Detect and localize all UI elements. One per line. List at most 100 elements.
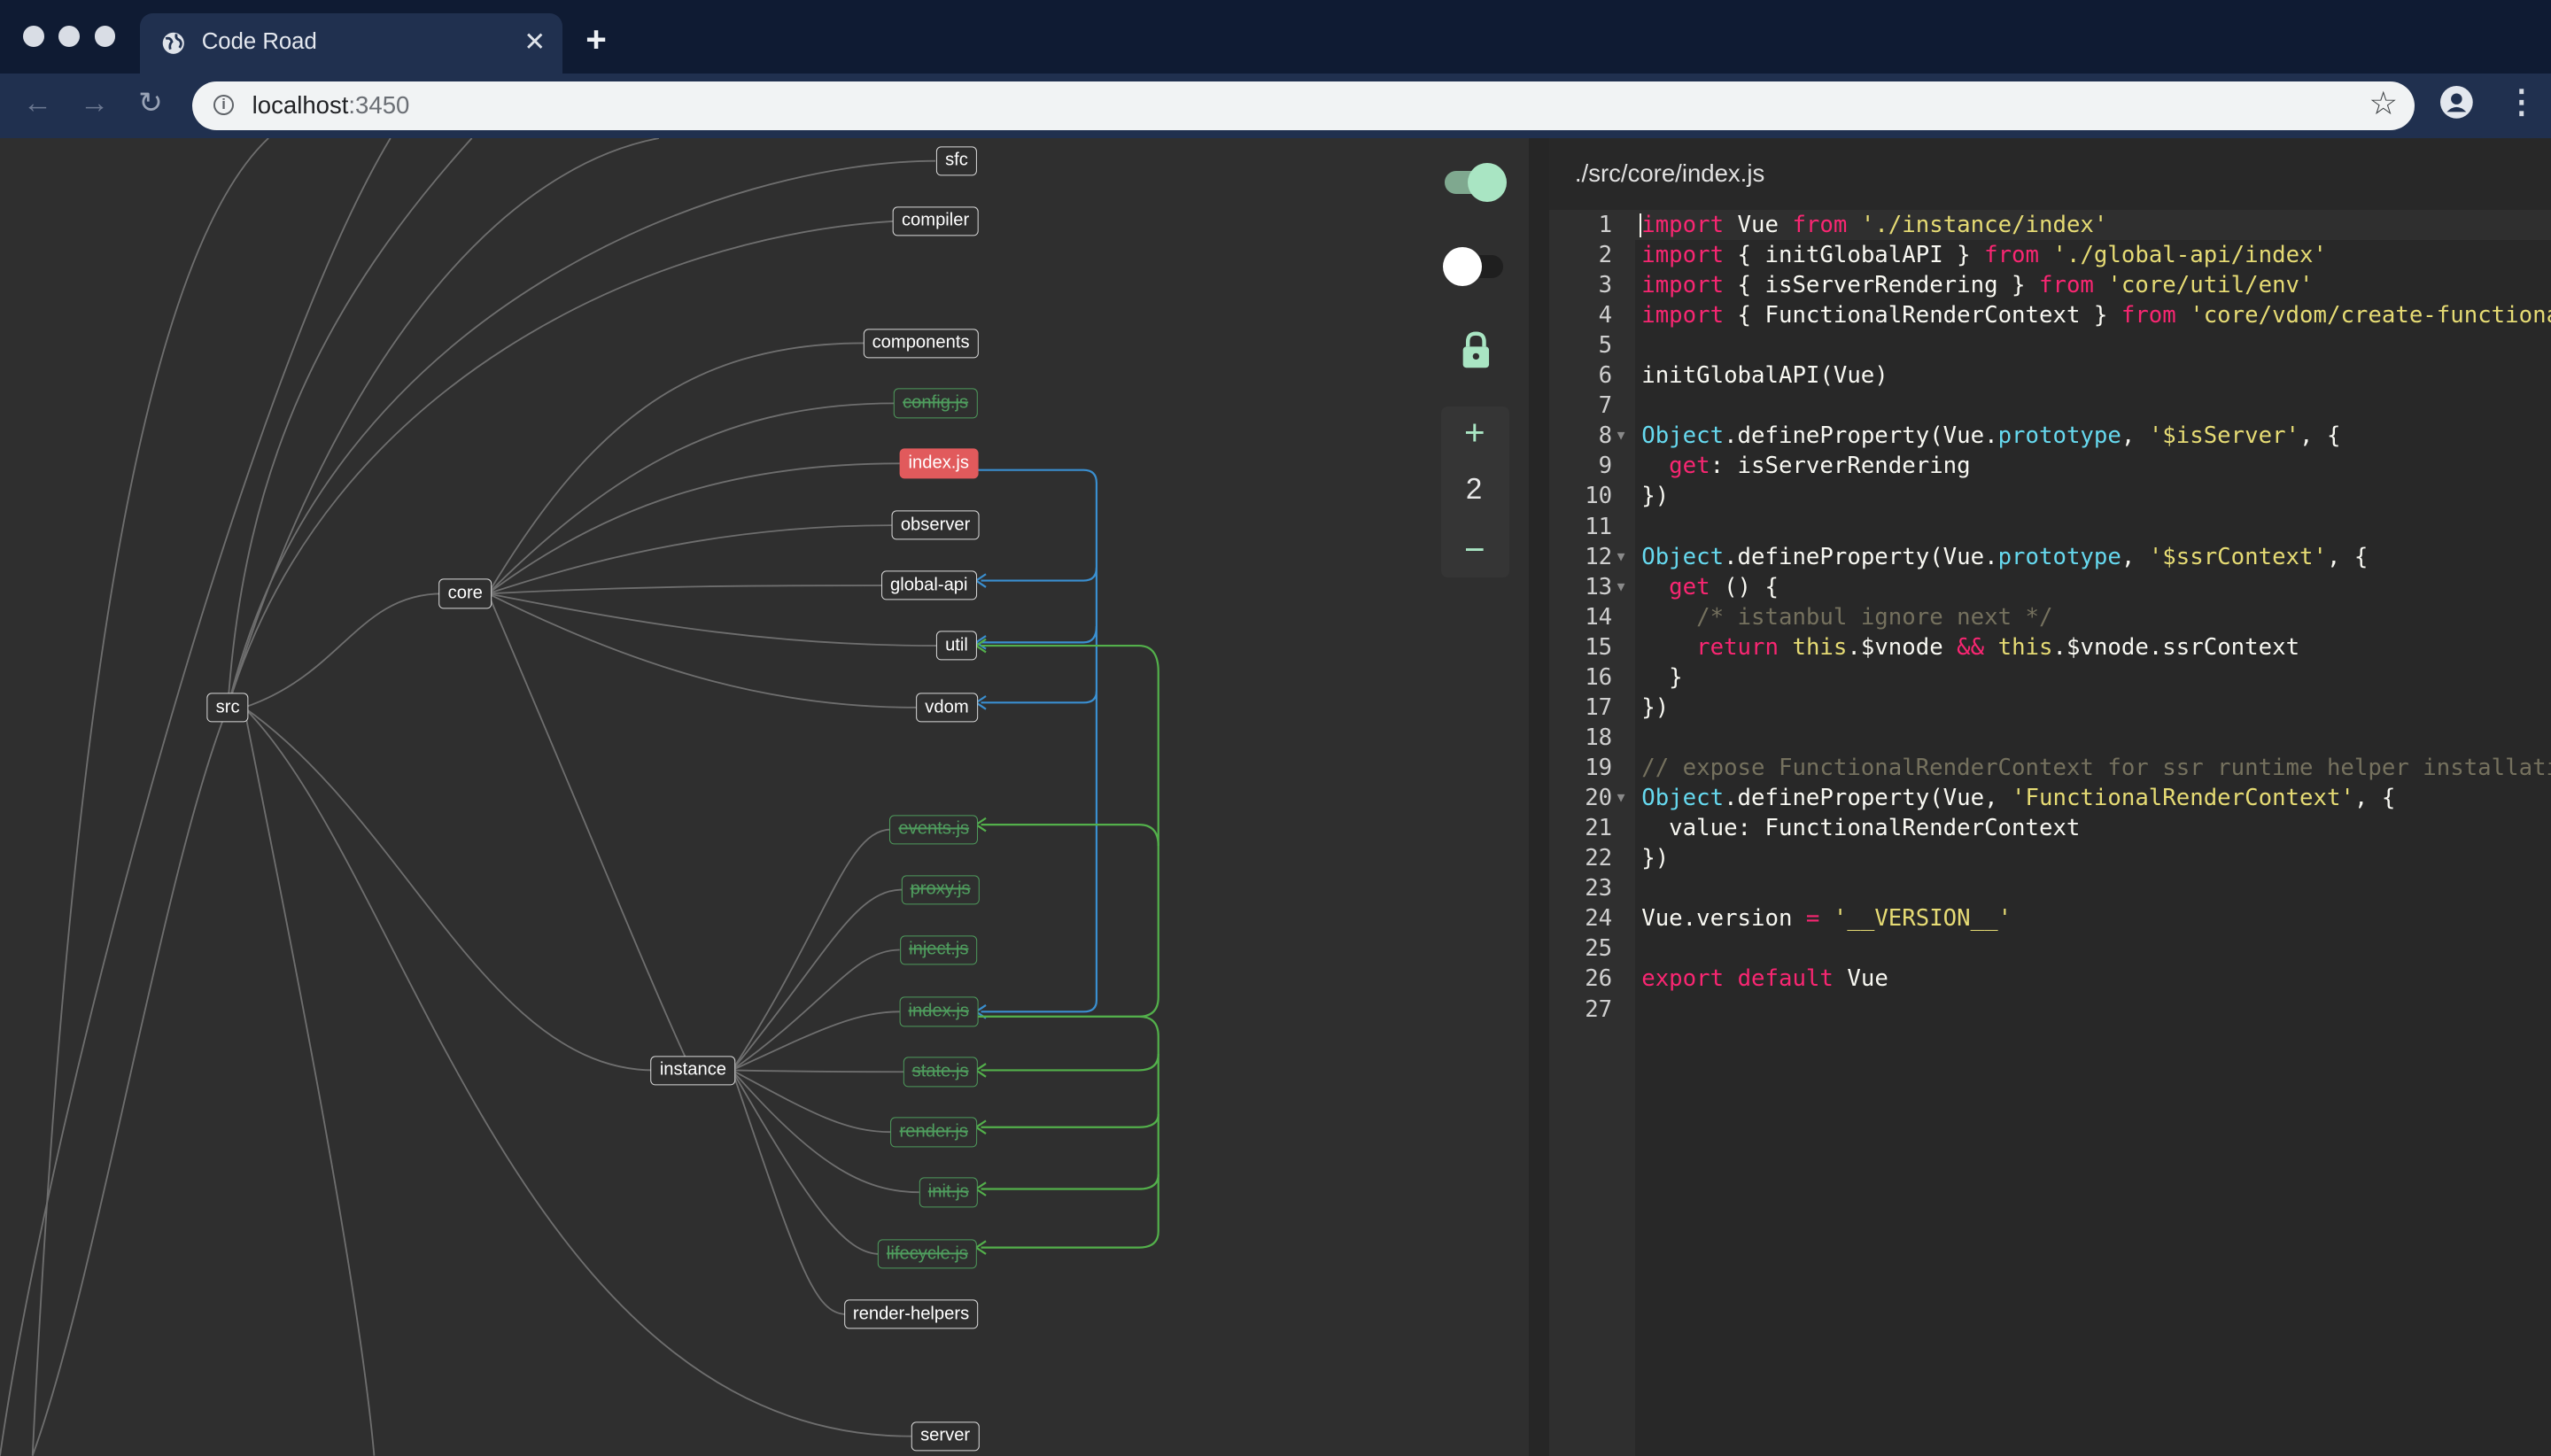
edge-sfc [227,159,936,709]
back-arrow-icon[interactable]: ← [23,87,52,120]
bookmark-star-icon[interactable]: ☆ [2369,86,2398,121]
zoom-in-button[interactable]: + [1464,412,1485,454]
pane-divider[interactable] [1529,138,1549,1456]
edge-inst-inject [731,949,900,1072]
code-line[interactable]: 8 ▼ Object.defineProperty(Vue.prototype, '… [1549,421,2551,451]
link-to-util [981,645,1159,672]
node-compiler[interactable]: compiler [892,206,979,236]
code-line[interactable]: 21 value: FunctionalRenderContext [1549,813,2551,843]
node-inject-js[interactable]: inject.js [899,935,978,965]
node-render-js[interactable]: render.js [890,1117,978,1147]
node-render-helpers[interactable]: render-helpers [843,1299,979,1329]
code-content[interactable]: 1 import Vue from './instance/index' 2 imp… [1548,209,2551,1025]
link-index-to-util [981,626,1098,644]
code-line[interactable]: 7 [1549,391,2551,421]
zoom-controls: + 2 − [1441,407,1510,578]
link-index-to-vdom [981,691,1098,704]
node-global-api[interactable]: global-api [880,570,977,600]
maximize-window-button[interactable] [94,26,116,48]
edge-core-config [487,402,896,595]
code-line[interactable]: 10}) [1549,481,2551,511]
code-line[interactable]: 27 [1549,995,2551,1025]
code-line[interactable]: 11 [1549,512,2551,542]
edge-inst-render [732,1069,892,1134]
code-line[interactable]: 22}) [1549,843,2551,873]
edge-inst-index [732,1011,900,1072]
toggle-knob [1467,162,1507,202]
fold-arrow-icon[interactable]: ▼ [1617,572,1625,602]
node-instance[interactable]: instance [650,1055,736,1086]
close-window-button[interactable] [22,26,44,48]
node-proxy-js[interactable]: proxy.js [901,875,980,905]
edge-inst-lifecycle [731,1070,880,1256]
link-index-to-instance-index [976,469,1098,1013]
link-to-events [976,824,1159,1018]
toggle-switch-on[interactable] [1444,162,1507,202]
node-instance-index-js[interactable]: index.js [899,996,979,1027]
code-line[interactable]: 23 [1549,873,2551,903]
tab-close-icon[interactable]: ✕ [523,27,546,57]
edge-root-b [0,138,392,1456]
new-tab-button[interactable]: + [585,21,607,57]
address-bar[interactable]: i localhost:3450 ☆ [191,81,2415,130]
forward-arrow-icon[interactable]: → [80,87,109,120]
code-line[interactable]: 18 [1549,723,2551,753]
fold-arrow-icon[interactable]: ▼ [1617,421,1625,451]
node-src[interactable]: src [206,693,249,723]
node-components[interactable]: components [863,328,979,359]
code-line[interactable]: 24 Vue.version = '__VERSION__' [1549,903,2551,933]
profile-avatar-icon[interactable] [2440,86,2473,120]
code-line[interactable]: 6 initGlobalAPI(Vue) [1549,360,2551,391]
info-icon[interactable]: i [213,94,235,116]
code-line[interactable]: 5 [1549,330,2551,360]
minimize-window-button[interactable] [58,26,80,48]
edge-core-observer [487,524,892,595]
node-util[interactable]: util [935,631,978,661]
toggle-switch-off[interactable] [1443,247,1504,287]
code-editor[interactable]: ./src/core/index.js 1 import Vue from './… [1548,138,2551,1456]
code-line[interactable]: 12 ▼ Object.defineProperty(Vue.prototype, … [1549,542,2551,572]
node-state-js[interactable]: state.js [903,1057,978,1087]
code-line[interactable]: 9 get: isServerRendering [1549,451,2551,481]
code-line[interactable]: 2 import { initGlobalAPI } from './global… [1549,240,2551,270]
node-lifecycle-js[interactable]: lifecycle.js [877,1239,978,1269]
browser-menu-icon[interactable]: ⋮ [2506,85,2539,119]
dependency-graph[interactable]: sfc compiler components config.js index.… [0,138,1530,1456]
code-line[interactable]: 26 export default Vue [1549,964,2551,994]
zoom-level: 2 [1465,472,1483,506]
edge-inst-proxy [731,888,903,1072]
code-line[interactable]: 13 ▼ get () { [1549,572,2551,602]
zoom-out-button[interactable]: − [1464,529,1485,571]
node-observer[interactable]: observer [891,510,980,540]
code-line[interactable]: 25 [1549,933,2551,964]
node-events-js[interactable]: events.js [889,815,979,845]
node-config-js[interactable]: config.js [893,388,978,419]
node-sfc[interactable]: sfc [935,146,978,176]
code-line[interactable]: 14 /* istanbul ignore next */ [1549,602,2551,632]
node-core-index-js[interactable]: index.js [899,448,979,479]
code-line[interactable]: 16 } [1549,662,2551,693]
edge-src-core [244,592,443,709]
node-core[interactable]: core [438,578,492,608]
fold-arrow-icon[interactable]: ▼ [1617,783,1625,813]
edge-inst-state [732,1069,905,1073]
node-init-js[interactable]: init.js [919,1177,978,1207]
code-line[interactable]: 17}) [1549,693,2551,723]
code-line[interactable]: 20 ▼ Object.defineProperty(Vue, 'Functiona… [1549,783,2551,813]
code-line[interactable]: 1 import Vue from './instance/index' [1548,209,2551,240]
edge-src-down-a [31,707,229,1456]
node-vdom[interactable]: vdom [916,693,978,723]
edge-src-down-b [243,707,376,1456]
code-line[interactable]: 19// expose FunctionalRenderContext for … [1549,753,2551,783]
code-line[interactable]: 15 return this.$vnode && this.$vnode.ssr… [1549,632,2551,662]
lock-icon[interactable] [1460,330,1493,369]
code-line[interactable]: 4 import { FunctionalRenderContext } from… [1549,300,2551,330]
fold-arrow-icon[interactable]: ▼ [1617,542,1625,572]
edge-core-vdom [487,592,917,709]
link-index-to-global-api [981,567,1098,582]
code-line[interactable]: 3 import { isServerRendering } from 'core… [1549,270,2551,300]
reload-icon[interactable]: ↻ [138,87,163,120]
browser-tab[interactable]: Code Road ✕ [139,12,563,74]
url-text[interactable]: localhost:3450 [252,91,410,120]
node-server[interactable]: server [911,1421,980,1452]
